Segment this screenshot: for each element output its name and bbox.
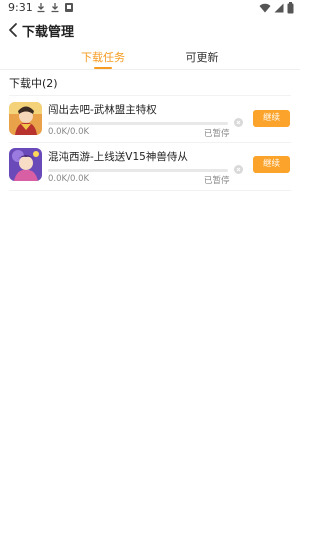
progress-bar — [48, 169, 228, 172]
section-title: 下载中(2) — [9, 77, 58, 90]
header: 下载管理 — [0, 16, 300, 44]
page-title: 下载管理 — [22, 25, 75, 40]
download-size: 0.0K/0.0K — [48, 174, 90, 184]
tab-updatable[interactable]: 可更新 — [162, 49, 242, 65]
continue-button[interactable]: 继续 — [253, 110, 290, 127]
signal-icon — [274, 3, 284, 13]
download-size: 0.0K/0.0K — [48, 127, 90, 137]
download-status: 已暂停 — [204, 176, 230, 186]
download-notification-icon — [37, 3, 45, 13]
tab-download-tasks[interactable]: 下载任务 — [63, 49, 143, 65]
app-notification-icon — [65, 3, 73, 12]
progress-bar — [48, 122, 228, 125]
game-icon-warrior[interactable] — [9, 102, 42, 135]
status-time: 9:31 — [8, 1, 33, 14]
close-icon[interactable] — [234, 118, 243, 127]
download-notification-icon — [51, 3, 59, 13]
chevron-left-icon[interactable] — [6, 22, 20, 38]
game-name: 混沌西游-上线送V15神兽侍从 — [48, 151, 188, 163]
divider — [9, 190, 291, 191]
close-icon[interactable] — [234, 165, 243, 174]
wifi-icon — [259, 3, 271, 13]
tab-bar: 下载任务 可更新 — [0, 44, 300, 70]
list-item: 混沌西游-上线送V15神兽侍从 0.0K/0.0K 已暂停 继续 — [0, 143, 300, 191]
game-name: 闯出去吧-武林盟主特权 — [48, 104, 157, 116]
battery-icon — [287, 2, 294, 14]
status-bar: 9:31 — [0, 0, 300, 16]
game-icon-mage[interactable] — [9, 148, 42, 181]
status-indicators — [259, 2, 294, 14]
continue-button[interactable]: 继续 — [253, 156, 290, 173]
download-status: 已暂停 — [204, 129, 230, 139]
list-item: 闯出去吧-武林盟主特权 0.0K/0.0K 已暂停 继续 — [0, 96, 300, 144]
active-tab-indicator — [94, 67, 112, 69]
